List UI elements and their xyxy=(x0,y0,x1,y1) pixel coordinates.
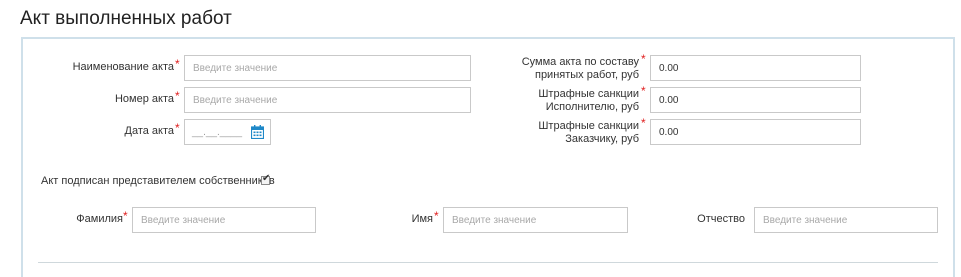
act-name-label: Наименование акта xyxy=(72,61,174,73)
penalty-customer-label: Штрафные санкции Заказчику, руб xyxy=(538,121,639,145)
first-name-input[interactable] xyxy=(443,207,628,233)
act-sum-input[interactable] xyxy=(650,55,861,81)
required-mark: * xyxy=(175,89,180,103)
act-sum-label-line2: принятых работ, руб xyxy=(534,69,639,81)
surname-label: Фамилия xyxy=(76,213,123,225)
act-sum-label: Сумма акта по составу принятых работ, ру… xyxy=(522,57,639,81)
act-name-input[interactable] xyxy=(184,55,471,81)
penalty-executor-input[interactable] xyxy=(650,87,861,113)
act-sum-label-line1: Сумма акта по составу xyxy=(521,56,639,68)
required-mark: * xyxy=(641,84,646,98)
checkmark-icon: ✔ xyxy=(262,173,271,184)
penalty-customer-label-line2: Заказчику, руб xyxy=(565,133,639,145)
calendar-icon[interactable] xyxy=(251,125,264,139)
act-date-input[interactable]: __.__.____ xyxy=(184,119,271,145)
signed-checkbox-label: Акт подписан представителем собственнико… xyxy=(41,175,275,187)
act-date-label: Дата акта xyxy=(124,125,175,137)
act-number-label: Номер акта xyxy=(114,93,174,105)
signed-checkbox[interactable]: ✔ xyxy=(261,173,271,185)
first-name-label: Имя xyxy=(411,213,433,225)
required-mark: * xyxy=(641,116,646,130)
act-number-input[interactable] xyxy=(184,87,471,113)
patronymic-input[interactable] xyxy=(754,207,938,233)
page-title: Акт выполненных работ xyxy=(20,8,232,29)
penalty-executor-label: Штрафные санкции Исполнителю, руб xyxy=(538,89,639,113)
penalty-executor-label-line2: Исполнителю, руб xyxy=(545,101,639,113)
date-mask: __.__.____ xyxy=(192,127,243,138)
penalty-customer-label-line1: Штрафные санкции xyxy=(538,120,639,132)
required-mark: * xyxy=(641,52,646,66)
required-mark: * xyxy=(175,57,180,71)
patronymic-label: Отчество xyxy=(697,213,745,225)
section-divider xyxy=(38,262,938,263)
penalty-customer-input[interactable] xyxy=(650,119,861,145)
penalty-executor-label-line1: Штрафные санкции xyxy=(538,88,639,100)
required-mark: * xyxy=(123,209,128,223)
required-mark: * xyxy=(175,121,180,135)
surname-input[interactable] xyxy=(132,207,316,233)
required-mark: * xyxy=(434,209,439,223)
